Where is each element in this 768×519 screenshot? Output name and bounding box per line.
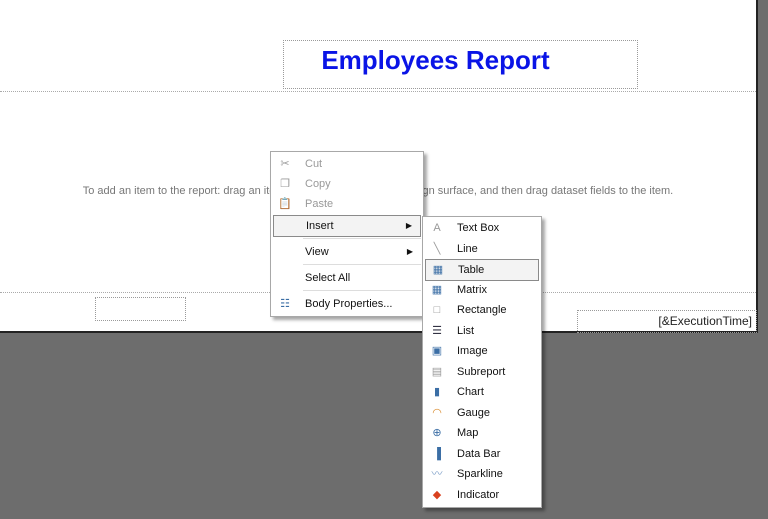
- insert-line[interactable]: ╲ Line: [425, 239, 539, 259]
- menu-item-label: Sparkline: [457, 468, 503, 480]
- textbox-icon: A: [433, 222, 441, 234]
- menu-item-label: Copy: [305, 178, 331, 190]
- sparkline-icon: 〰: [431, 468, 443, 480]
- submenu-arrow-icon: ▶: [406, 247, 413, 256]
- menu-item-label: List: [457, 324, 475, 337]
- properties-icon: ☷: [280, 298, 290, 310]
- menu-item-label: Data Bar: [457, 447, 501, 460]
- menu-item-label: Text Box: [457, 222, 500, 234]
- menu-item-label: Cut: [305, 158, 323, 170]
- image-icon: ▣: [431, 345, 443, 357]
- menu-item-label: Gauge: [457, 406, 491, 419]
- cut-icon: ✂: [280, 158, 290, 170]
- insert-indicator[interactable]: ◆ Indicator: [425, 485, 539, 505]
- title-textbox[interactable]: Employees Report: [283, 40, 638, 89]
- insert-map[interactable]: ⊕ Map: [425, 423, 539, 443]
- table-icon: ▦: [432, 264, 444, 276]
- execution-time-textbox[interactable]: [&ExecutionTime]: [577, 310, 757, 333]
- insert-text-box[interactable]: A Text Box: [425, 218, 539, 238]
- menu-item-label: Rectangle: [457, 304, 507, 316]
- menu-item-label: Matrix: [457, 283, 487, 296]
- menu-item-label: Subreport: [457, 365, 506, 378]
- menu-item-label: Chart: [457, 386, 484, 398]
- footer-textbox[interactable]: [95, 297, 186, 321]
- insert-list[interactable]: ☰ List: [425, 321, 539, 341]
- rectangle-icon: □: [433, 304, 441, 316]
- insert-gauge[interactable]: ◠ Gauge: [425, 403, 539, 423]
- menu-item-label: Indicator: [457, 488, 500, 501]
- menu-item-label: View: [305, 246, 329, 258]
- chart-icon: ▮: [433, 386, 441, 398]
- menu-item-label: Body Properties...: [305, 298, 393, 310]
- line-icon: ╲: [433, 242, 441, 255]
- menu-item-label: Line: [457, 242, 478, 255]
- paste-icon: 📋: [278, 198, 292, 210]
- menu-item-body-properties[interactable]: ☷ Body Properties...: [273, 294, 421, 314]
- databar-icon: ▐: [433, 447, 441, 460]
- menu-item-insert[interactable]: Insert ▶: [273, 215, 421, 237]
- submenu-arrow-icon: ▶: [405, 221, 412, 230]
- menu-item-label: Map: [457, 427, 479, 439]
- list-icon: ☰: [432, 324, 442, 337]
- insert-image[interactable]: ▣ Image: [425, 341, 539, 361]
- subreport-icon: ▤: [431, 365, 443, 378]
- menu-item-copy[interactable]: ❐ Copy: [273, 174, 421, 194]
- context-menu: ✂ Cut ❐ Copy 📋 Paste Insert ▶ View ▶ Select All ☷ Bo…: [270, 151, 424, 317]
- matrix-icon: ▦: [431, 283, 443, 296]
- insert-rectangle[interactable]: □ Rectangle: [425, 300, 539, 320]
- menu-item-label: Table: [458, 264, 485, 276]
- map-icon: ⊕: [432, 427, 442, 439]
- gauge-icon: ◠: [432, 406, 442, 419]
- menu-item-view[interactable]: View ▶: [273, 242, 421, 262]
- insert-submenu: A Text Box ╲ Line ▦ Table ▦ Matrix □ Rectangle ☰ Li…: [422, 216, 542, 508]
- indicator-icon: ◆: [432, 488, 442, 501]
- insert-matrix[interactable]: ▦ Matrix: [425, 280, 539, 300]
- insert-chart[interactable]: ▮ Chart: [425, 382, 539, 402]
- header-separator: [0, 91, 756, 92]
- menu-separator: [303, 238, 421, 239]
- insert-subreport[interactable]: ▤ Subreport: [425, 362, 539, 382]
- menu-item-select-all[interactable]: Select All: [273, 268, 421, 288]
- copy-icon: ❐: [280, 178, 290, 190]
- menu-separator: [303, 264, 421, 265]
- report-title: Employees Report: [321, 45, 550, 75]
- menu-separator: [303, 290, 421, 291]
- insert-table[interactable]: ▦ Table: [425, 259, 539, 281]
- insert-sparkline[interactable]: 〰 Sparkline: [425, 464, 539, 484]
- menu-item-cut[interactable]: ✂ Cut: [273, 154, 421, 174]
- insert-data-bar[interactable]: ▐ Data Bar: [425, 444, 539, 464]
- menu-item-paste[interactable]: 📋 Paste: [273, 194, 421, 214]
- menu-item-label: Insert: [306, 220, 334, 232]
- menu-item-label: Paste: [305, 198, 334, 210]
- menu-item-label: Image: [457, 345, 488, 357]
- menu-item-label: Select All: [305, 272, 351, 284]
